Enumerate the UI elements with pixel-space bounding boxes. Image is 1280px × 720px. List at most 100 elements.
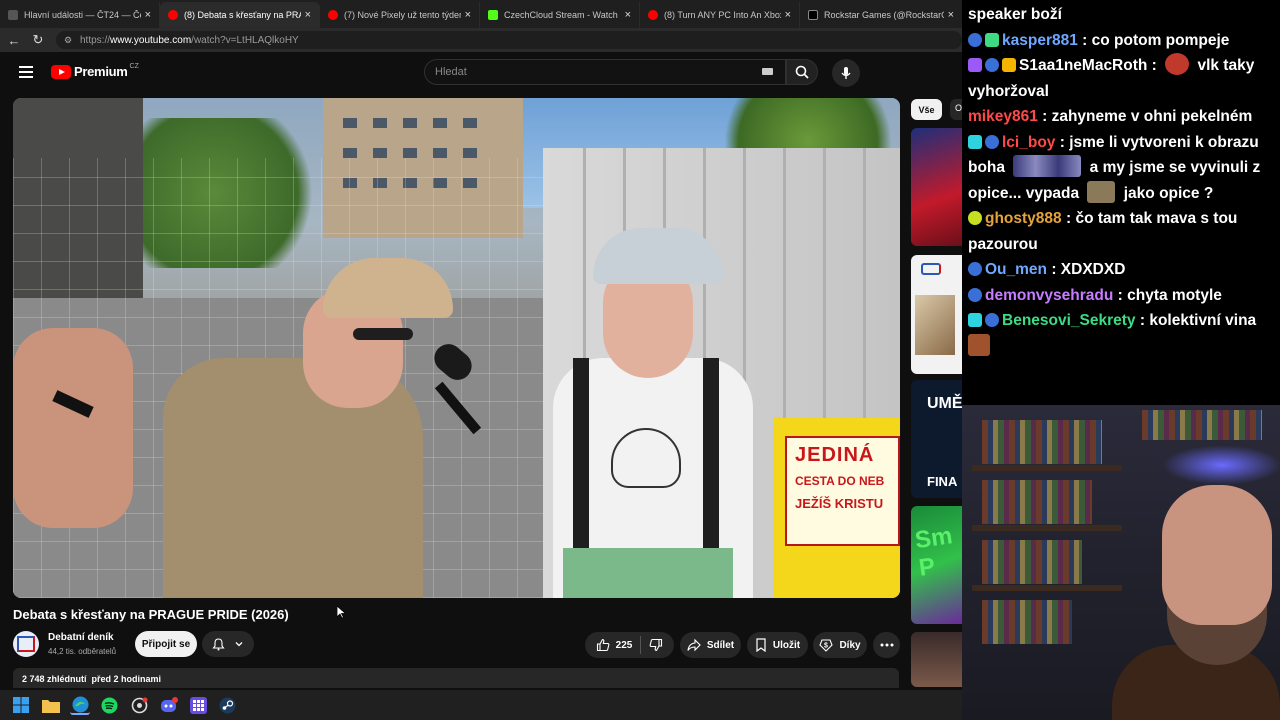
filter-chip-all[interactable]: Vše xyxy=(911,99,942,120)
edge-icon[interactable] xyxy=(70,695,90,715)
more-actions-button[interactable] xyxy=(873,632,900,658)
dislike-icon[interactable] xyxy=(649,638,663,652)
streamer-webcam xyxy=(962,405,1280,720)
youtube-header: Premium CZ Hledat xyxy=(0,52,962,94)
menu-hamburger-icon[interactable] xyxy=(19,66,33,78)
subscriber-badge-icon xyxy=(985,313,999,327)
x-favicon-icon xyxy=(808,10,818,20)
browser-tab-active[interactable]: (8) Debata s křesťany na PRAGUE × xyxy=(160,2,320,28)
tab-favicon-icon xyxy=(8,10,18,20)
tab-title: (7) Nové Pixely už tento týden. | xyxy=(344,10,461,20)
save-label: Uložit xyxy=(772,639,801,651)
video-title: Debata s křesťany na PRAGUE PRIDE (2026) xyxy=(13,607,289,622)
chat-username[interactable]: ghosty888 xyxy=(985,210,1062,227)
tab-close-icon[interactable]: × xyxy=(465,9,471,21)
tab-close-icon[interactable]: × xyxy=(145,9,151,21)
streamer-head xyxy=(1162,485,1272,625)
app-icon[interactable] xyxy=(129,695,149,715)
chat-username[interactable]: mikey861 xyxy=(968,108,1038,125)
suggested-video-thumbnail[interactable]: Sm P xyxy=(911,506,962,624)
like-dislike-group: 225 xyxy=(585,632,674,658)
chat-badge-icon xyxy=(968,58,982,72)
url-path: /watch?v=LtHLAQlkoHY xyxy=(191,34,299,46)
suggested-video-thumbnail[interactable] xyxy=(911,128,962,246)
join-button[interactable]: Připojit se xyxy=(135,631,197,657)
suggested-video-thumbnail[interactable] xyxy=(911,255,962,374)
chat-text: : kolektivní vina xyxy=(1135,312,1257,329)
youtube-logo[interactable]: Premium CZ xyxy=(51,63,139,79)
tab-close-icon[interactable]: × xyxy=(625,9,631,21)
chat-message: S1aa1neMacRoth : vlk taky vyhoržoval xyxy=(968,53,1274,104)
discord-icon[interactable] xyxy=(159,695,179,715)
bell-icon xyxy=(212,637,225,650)
kick-favicon-icon xyxy=(488,10,498,20)
voice-search-button[interactable] xyxy=(832,59,860,87)
publish-date: před 2 hodinami xyxy=(91,674,162,684)
subscriber-badge-icon xyxy=(968,262,982,276)
subscriber-badge-icon xyxy=(968,32,982,47)
like-icon[interactable] xyxy=(596,638,610,652)
bookshelf xyxy=(982,600,1072,644)
spotify-icon[interactable] xyxy=(100,695,120,715)
search-input[interactable]: Hledat xyxy=(424,59,786,85)
browser-tab[interactable]: Rockstar Games (@RockstarGame × xyxy=(800,2,962,28)
browser-tab[interactable]: (7) Nové Pixely už tento týden. | × xyxy=(320,2,480,28)
more-dots-icon xyxy=(880,643,893,647)
save-button[interactable]: Uložit xyxy=(747,632,808,658)
chat-username[interactable]: Ou_men xyxy=(985,261,1047,278)
tab-close-icon[interactable]: × xyxy=(948,9,954,21)
blue-light xyxy=(1162,445,1280,485)
channel-avatar[interactable] xyxy=(13,631,39,657)
notifications-button[interactable] xyxy=(202,631,254,657)
filter-chip[interactable]: O xyxy=(950,99,962,120)
search-button[interactable] xyxy=(786,59,818,85)
grid-app-icon[interactable] xyxy=(188,695,208,715)
windows-taskbar xyxy=(0,690,962,720)
tab-close-icon[interactable]: × xyxy=(305,9,311,21)
browser-tab[interactable]: Hlavní události — ČT24 — Česká × xyxy=(0,2,160,28)
chat-username[interactable]: lci_boy xyxy=(1002,134,1055,151)
url-field[interactable]: ⚙ https://www.youtube.com/watch?v=LtHLAQ… xyxy=(56,31,962,49)
video-frame-sign: JEDINÁ CESTA DO NEB JEŽÍŠ KRISTU xyxy=(773,418,900,598)
share-label: Sdílet xyxy=(706,639,735,651)
like-count[interactable]: 225 xyxy=(616,640,633,651)
share-button[interactable]: Sdílet xyxy=(680,632,741,658)
bookshelf xyxy=(1142,410,1262,440)
chat-badge-icon xyxy=(968,134,982,149)
address-bar-row: ← ↻ ⚙ https://www.youtube.com/watch?v=Lt… xyxy=(0,28,962,52)
thanks-button[interactable]: $ Díky xyxy=(813,632,867,658)
chat-badge-icon xyxy=(985,58,999,72)
file-explorer-icon[interactable] xyxy=(41,695,61,715)
tab-title: Rockstar Games (@RockstarGame xyxy=(824,10,944,20)
emote-icon xyxy=(1013,155,1082,177)
video-frame-person xyxy=(163,248,463,598)
windows-start-icon[interactable] xyxy=(11,695,31,715)
country-code: CZ xyxy=(129,63,139,70)
tab-title: (8) Debata s křesťany na PRAGUE xyxy=(184,10,301,20)
steam-icon[interactable] xyxy=(218,695,238,715)
channel-name[interactable]: Debatní deník xyxy=(48,632,114,643)
reload-icon[interactable]: ↻ xyxy=(28,30,48,50)
youtube-favicon-icon xyxy=(168,10,178,20)
browser-tab[interactable]: (8) Turn ANY PC Into An Xbox! H × xyxy=(640,2,800,28)
site-info-icon[interactable]: ⚙ xyxy=(64,35,74,45)
chat-username[interactable]: Benesovi_Sekrety xyxy=(1002,312,1136,329)
chat-message: demonvysehradu : chyta motyle xyxy=(968,283,1274,309)
video-player[interactable]: JEDINÁ CESTA DO NEB JEŽÍŠ KRISTU xyxy=(13,98,900,598)
suggested-video-thumbnail[interactable]: UMĚ FINA xyxy=(911,380,962,498)
youtube-play-icon xyxy=(51,64,71,79)
desktop: Hlavní události — ČT24 — Česká × (8) Deb… xyxy=(0,0,1280,720)
sign-text: CESTA DO NEB xyxy=(795,474,885,488)
chat-text: : xyxy=(1147,57,1162,74)
tab-close-icon[interactable]: × xyxy=(785,9,791,21)
back-arrow-icon[interactable]: ← xyxy=(4,30,24,50)
tab-title: (8) Turn ANY PC Into An Xbox! H xyxy=(664,10,781,20)
chat-username[interactable]: S1aa1neMacRoth xyxy=(1019,57,1147,74)
browser-tab[interactable]: CzechCloud Stream - Watch Live × xyxy=(480,2,640,28)
youtube-favicon-icon xyxy=(328,10,338,20)
chat-username[interactable]: demonvysehradu xyxy=(985,287,1113,304)
video-description-box[interactable]: 2 748 zhlédnutí před 2 hodinami xyxy=(13,668,899,688)
chat-username[interactable]: kasper881 xyxy=(1002,32,1078,49)
suggested-video-thumbnail[interactable] xyxy=(911,632,962,687)
keyboard-icon[interactable] xyxy=(762,68,773,75)
